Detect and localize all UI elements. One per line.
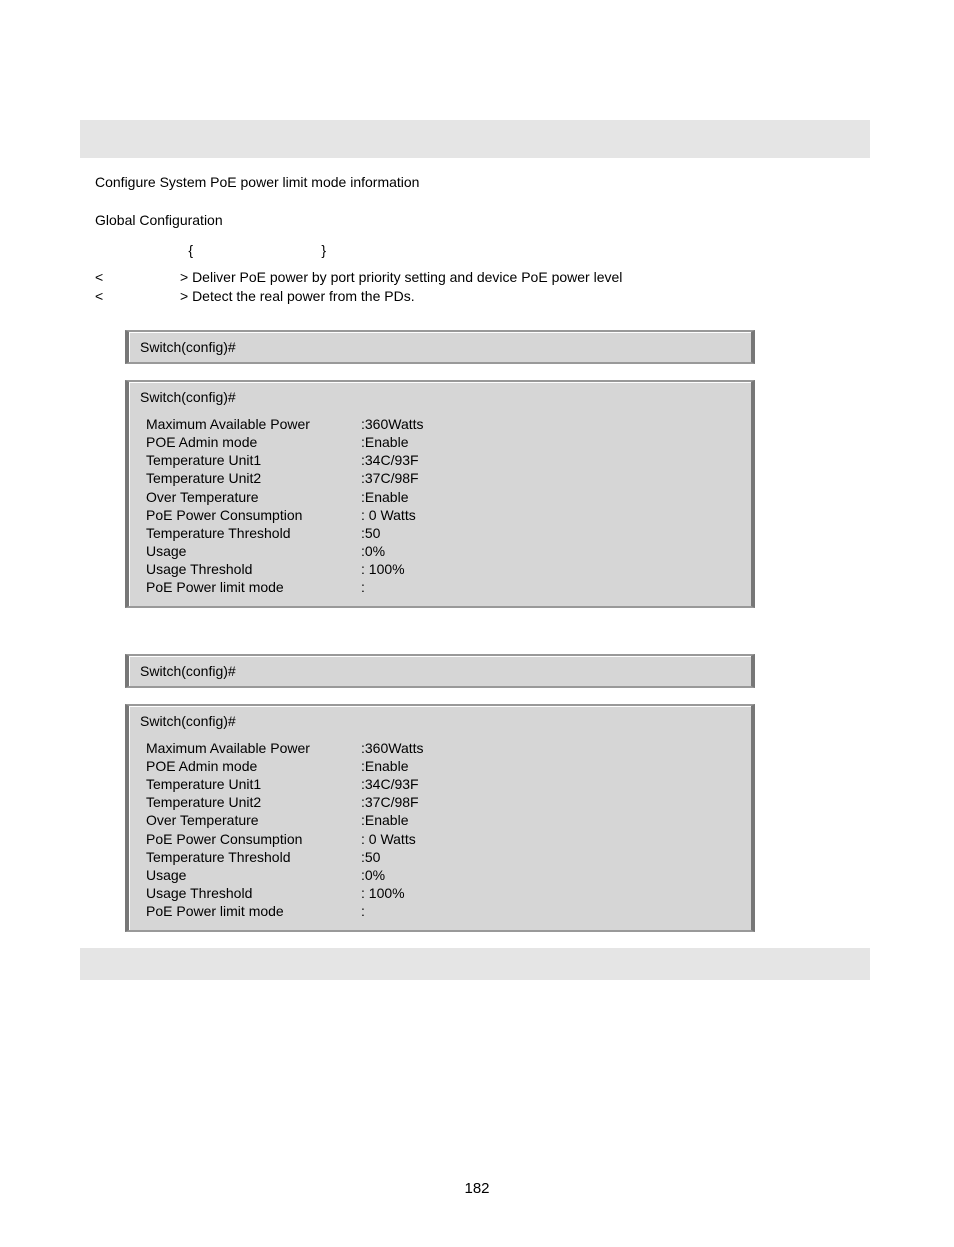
kv-val: :Enable [361, 757, 408, 775]
kv-row: Usage Threshold: 100% [146, 560, 740, 578]
kv-row: Temperature Unit1:34C/93F [146, 775, 740, 793]
result-box-2: Switch(config)# Maximum Available Power:… [125, 704, 755, 932]
kv-key: Temperature Threshold [146, 848, 361, 866]
kv-row: Usage:0% [146, 866, 740, 884]
syntax-block: { } [95, 242, 855, 258]
kv-key: Temperature Unit2 [146, 469, 361, 487]
kv-row: POE Admin mode:Enable [146, 433, 740, 451]
kv-val: :0% [361, 542, 385, 560]
kv-key: Maximum Available Power [146, 415, 361, 433]
cli-prompt: Switch(config)# [140, 713, 740, 729]
kv-row: Temperature Unit1:34C/93F [146, 451, 740, 469]
kv-row: Maximum Available Power:360Watts [146, 739, 740, 757]
kv-val: :37C/98F [361, 469, 419, 487]
kv-val: :0% [361, 866, 385, 884]
kv-key: Over Temperature [146, 488, 361, 506]
kv-key: Over Temperature [146, 811, 361, 829]
kv-val: : 100% [361, 884, 405, 902]
kv-val: : 0 Watts [361, 830, 416, 848]
top-banner [80, 120, 870, 158]
kv-val: :34C/93F [361, 451, 419, 469]
kv-row: POE Admin mode:Enable [146, 757, 740, 775]
kv-row: PoE Power Consumption: 0 Watts [146, 506, 740, 524]
kv-key: PoE Power Consumption [146, 830, 361, 848]
param-row: < > Deliver PoE power by port priority s… [95, 268, 855, 287]
kv-key: Usage Threshold [146, 560, 361, 578]
syntax-close: } [193, 242, 326, 258]
kv-key: Temperature Threshold [146, 524, 361, 542]
result-box-1: Switch(config)# Maximum Available Power:… [125, 380, 755, 608]
example-box-1: Switch(config)# [125, 330, 755, 364]
kv-val: : [361, 578, 365, 596]
kv-key: Temperature Unit2 [146, 793, 361, 811]
kv-table-2: Maximum Available Power:360Watts POE Adm… [146, 739, 740, 921]
kv-row: PoE Power limit mode: [146, 902, 740, 920]
kv-row: Temperature Threshold:50 [146, 848, 740, 866]
kv-row: Maximum Available Power:360Watts [146, 415, 740, 433]
kv-key: POE Admin mode [146, 433, 361, 451]
kv-key: Temperature Unit1 [146, 775, 361, 793]
page: Configure System PoE power limit mode in… [0, 0, 954, 1247]
kv-val: :Enable [361, 488, 408, 506]
kv-val: :34C/93F [361, 775, 419, 793]
page-number: 182 [0, 1180, 954, 1197]
kv-val: :50 [361, 848, 380, 866]
kv-val: : 0 Watts [361, 506, 416, 524]
kv-row: Temperature Unit2:37C/98F [146, 469, 740, 487]
kv-row: Usage:0% [146, 542, 740, 560]
mode-text: Global Configuration [95, 212, 855, 228]
cli-prompt: Switch(config)# [140, 389, 740, 405]
kv-val: : 100% [361, 560, 405, 578]
example-box-2: Switch(config)# [125, 654, 755, 688]
kv-val: :Enable [361, 811, 408, 829]
kv-row: Over Temperature:Enable [146, 488, 740, 506]
kv-key: POE Admin mode [146, 757, 361, 775]
kv-val: : [361, 902, 365, 920]
kv-val: :360Watts [361, 415, 424, 433]
kv-key: Maximum Available Power [146, 739, 361, 757]
kv-key: PoE Power limit mode [146, 578, 361, 596]
kv-key: Usage [146, 542, 361, 560]
kv-key: PoE Power limit mode [146, 902, 361, 920]
kv-val: :Enable [361, 433, 408, 451]
param-bracket: < [95, 287, 180, 306]
kv-val: :50 [361, 524, 380, 542]
kv-row: Usage Threshold: 100% [146, 884, 740, 902]
cli-prompt: Switch(config)# [140, 663, 236, 679]
kv-row: PoE Power limit mode: [146, 578, 740, 596]
param-bracket: < [95, 268, 180, 287]
kv-key: Temperature Unit1 [146, 451, 361, 469]
kv-key: Usage Threshold [146, 884, 361, 902]
kv-row: Over Temperature:Enable [146, 811, 740, 829]
content: Configure System PoE power limit mode in… [95, 174, 855, 932]
kv-row: Temperature Threshold:50 [146, 524, 740, 542]
param-row: < > Detect the real power from the PDs. [95, 287, 855, 306]
kv-key: PoE Power Consumption [146, 506, 361, 524]
cli-prompt: Switch(config)# [140, 339, 236, 355]
kv-val: :360Watts [361, 739, 424, 757]
syntax-open: { [95, 242, 193, 258]
kv-row: Temperature Unit2:37C/98F [146, 793, 740, 811]
param-text: > Deliver PoE power by port priority set… [180, 268, 622, 287]
kv-table-1: Maximum Available Power:360Watts POE Adm… [146, 415, 740, 597]
description-text: Configure System PoE power limit mode in… [95, 174, 855, 190]
footer-banner [80, 948, 870, 980]
parameter-list: < > Deliver PoE power by port priority s… [95, 268, 855, 306]
param-text: > Detect the real power from the PDs. [180, 287, 415, 306]
kv-key: Usage [146, 866, 361, 884]
kv-row: PoE Power Consumption: 0 Watts [146, 830, 740, 848]
kv-val: :37C/98F [361, 793, 419, 811]
